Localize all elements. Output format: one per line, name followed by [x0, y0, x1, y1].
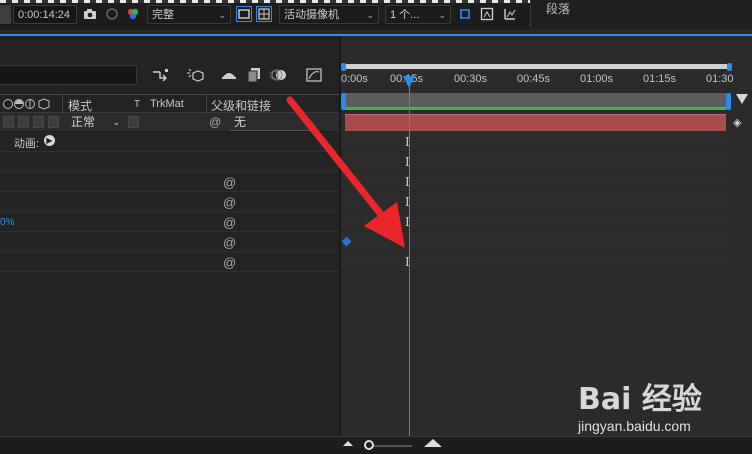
zoom-slider-knob[interactable]: [364, 440, 374, 450]
zoom-in-icon[interactable]: [424, 439, 442, 447]
watermark-brand: Bai 经验: [578, 382, 702, 417]
zoom-out-icon[interactable]: [343, 441, 353, 446]
timeline-footer: [0, 436, 752, 454]
zoom-slider-track[interactable]: [368, 445, 412, 447]
watermark-url: jingyan.baidu.com: [578, 418, 691, 434]
